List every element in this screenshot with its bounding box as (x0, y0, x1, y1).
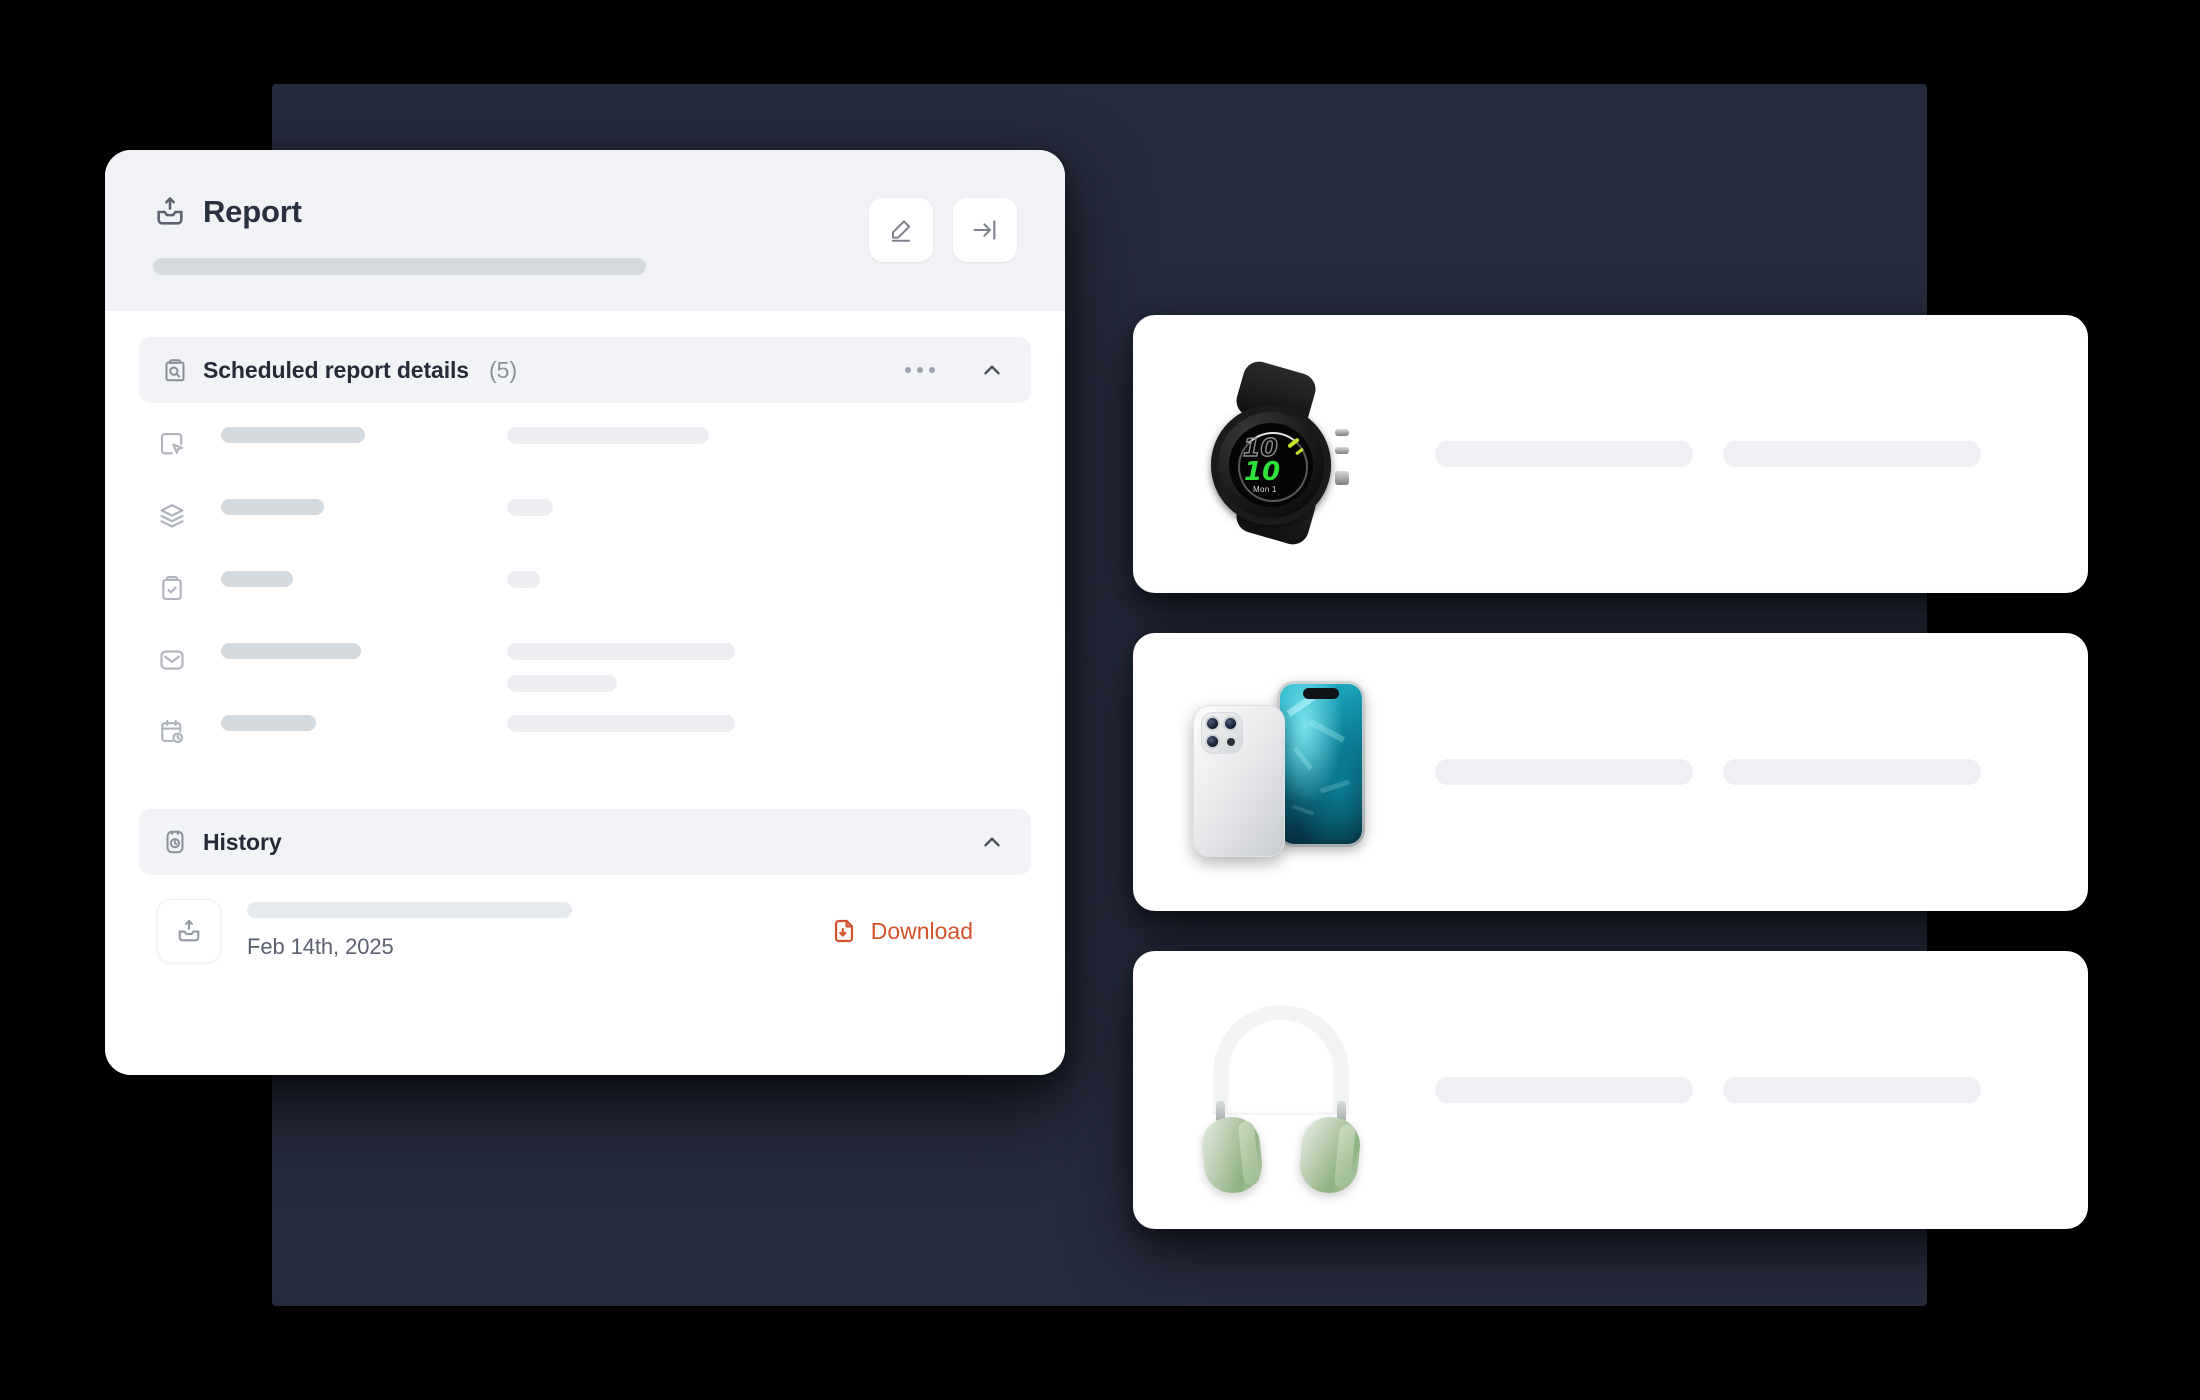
section-header-history[interactable]: History (139, 809, 1031, 875)
export-inbox-icon (174, 916, 204, 946)
detail-label-skeleton (187, 715, 497, 731)
detail-row (157, 643, 1017, 715)
cursor-select-icon (157, 429, 187, 459)
detail-label-skeleton (187, 571, 497, 587)
collapse-panel-button[interactable] (953, 198, 1017, 262)
layers-icon (157, 501, 187, 531)
product-bar-primary (1435, 1077, 1693, 1103)
detail-value-skeletons (497, 643, 1017, 692)
product-bar-secondary (1723, 441, 1981, 467)
headphones-image (1191, 1005, 1371, 1196)
section-count: (5) (489, 356, 518, 383)
product-bar-secondary (1723, 1077, 1981, 1103)
page-title: Report (203, 194, 302, 229)
stopwatch-icon (161, 828, 189, 856)
report-panel: Report Scheduled report details (5) Hist… (105, 150, 1065, 1075)
history-date: Feb 14th, 2025 (247, 934, 394, 959)
detail-row (157, 499, 1017, 571)
export-inbox-icon (153, 195, 187, 229)
download-label: Download (870, 917, 973, 944)
detail-value-skeletons (497, 499, 1017, 516)
edit-button[interactable] (869, 198, 933, 262)
clipboard-check-icon (157, 573, 187, 603)
detail-value-skeletons (497, 715, 1017, 732)
product-card-watch[interactable]: 10 10 Mon 1 (1133, 315, 2088, 593)
screenshot-root: Report Scheduled report details (5) Hist… (0, 0, 2200, 1400)
smartwatch-image: 10 10 Mon 1 (1195, 357, 1365, 549)
product-card-phone[interactable] (1133, 633, 2088, 911)
pencil-icon (887, 216, 915, 244)
detail-row (157, 427, 1017, 499)
detail-row (157, 715, 1017, 787)
section-title: Scheduled report details (203, 356, 469, 383)
arrow-right-to-line-icon (971, 216, 999, 244)
product-thumbnail-watch: 10 10 Mon 1 (1185, 357, 1375, 549)
history-entry-tile (157, 899, 221, 963)
clipboard-search-icon (161, 356, 189, 384)
calendar-clock-icon (157, 717, 187, 747)
smartphone-image (1193, 679, 1371, 865)
product-card-headphones[interactable] (1133, 951, 2088, 1229)
chevron-up-icon[interactable] (979, 829, 1005, 855)
product-bar-primary (1435, 759, 1693, 785)
detail-value-skeletons (497, 427, 1017, 444)
section-header-scheduled-report-details[interactable]: Scheduled report details (5) (139, 337, 1031, 403)
download-button[interactable]: Download (830, 917, 1011, 945)
watch-green-number: 10 (1244, 457, 1281, 487)
history-entry-row: Feb 14th, 2025 Download (139, 875, 1031, 963)
history-entry-text: Feb 14th, 2025 (247, 902, 804, 960)
report-panel-body: Scheduled report details (5) History Feb… (105, 311, 1065, 1075)
chevron-up-icon[interactable] (979, 357, 1005, 383)
ellipsis-icon[interactable] (905, 367, 935, 373)
header-actions (869, 198, 1017, 262)
product-bar-secondary (1723, 759, 1981, 785)
product-skeleton-bars (1375, 441, 2088, 467)
detail-rows (139, 403, 1031, 787)
report-panel-header: Report (105, 150, 1065, 311)
product-skeleton-bars (1375, 759, 2088, 785)
mail-icon (157, 645, 187, 675)
product-thumbnail-headphones (1185, 995, 1375, 1196)
product-thumbnail-phone (1185, 677, 1375, 867)
section-title: History (203, 828, 282, 855)
header-subtitle-skeleton (153, 258, 646, 275)
detail-label-skeleton (187, 499, 497, 515)
file-download-icon (830, 917, 858, 945)
history-title-skeleton (247, 902, 572, 918)
detail-label-skeleton (187, 643, 497, 659)
product-skeleton-bars (1375, 1077, 2088, 1103)
detail-value-skeletons (497, 571, 1017, 588)
detail-label-skeleton (187, 427, 497, 443)
watch-day-label: Mon 1 (1253, 485, 1277, 494)
product-bar-primary (1435, 441, 1693, 467)
detail-row (157, 571, 1017, 643)
